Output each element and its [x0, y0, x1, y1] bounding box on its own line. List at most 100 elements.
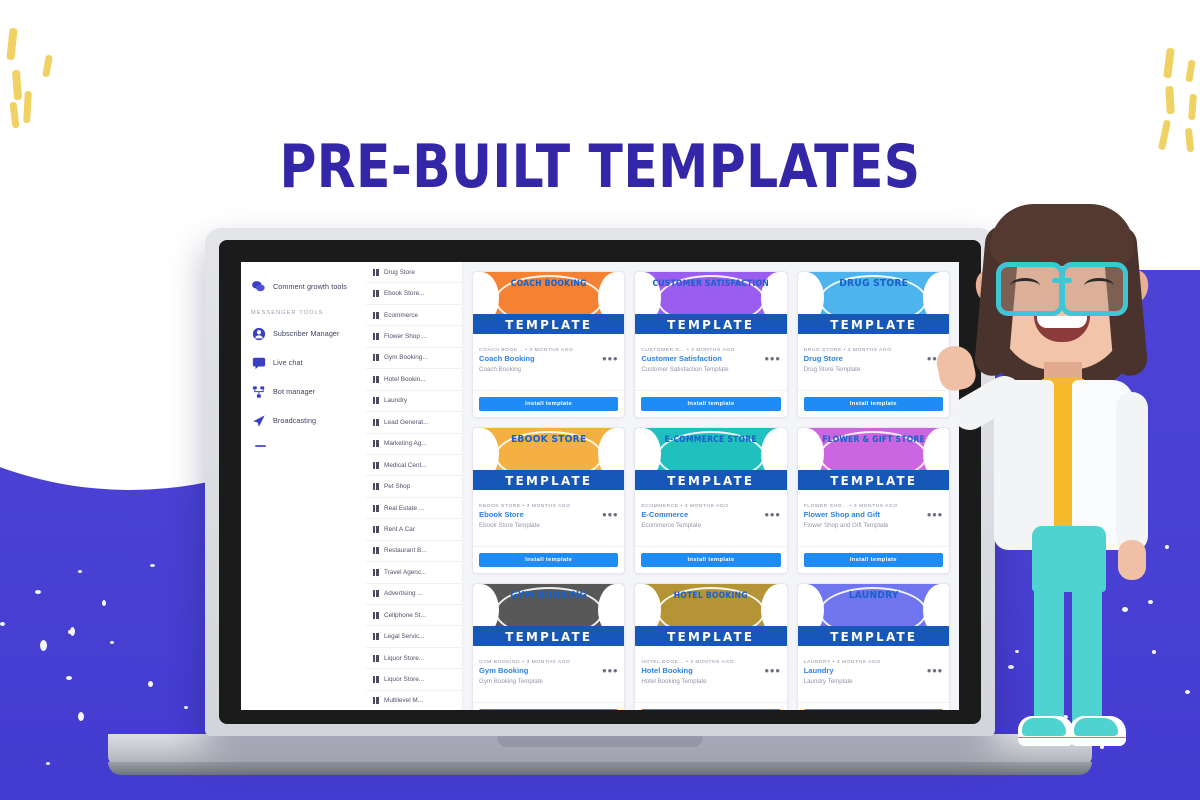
category-item[interactable]: Advertising ...	[366, 584, 462, 605]
category-list[interactable]: Drug Store Ebook Store... Ecommerce Flower …	[366, 262, 463, 710]
template-title[interactable]: Laundry	[804, 666, 834, 675]
template-card[interactable]: EBOOK STORE TEMPLATE EBOOK STORE • 3 MONTH…	[472, 427, 626, 574]
install-template-button[interactable]: Install template	[641, 553, 781, 567]
template-title[interactable]: Drug Store	[804, 354, 843, 363]
template-title[interactable]: Gym Booking	[479, 666, 528, 675]
thumbnail-band: TEMPLATE	[473, 470, 625, 490]
sidebar-item-label: Subscriber Manager	[273, 329, 340, 338]
category-item[interactable]: Ecommerce	[366, 305, 462, 327]
category-item[interactable]: Rent A Car	[366, 519, 462, 541]
template-card[interactable]: E-COMMERCE STORE TEMPLATE ECOMMERCE • 3 MO…	[634, 427, 788, 574]
category-item[interactable]: Laundry	[366, 391, 462, 413]
category-item[interactable]: Gym Booking...	[366, 348, 462, 370]
thumbnail-title: COACH BOOKING	[510, 278, 587, 288]
category-item-label: Liquor Store...	[384, 676, 425, 684]
sidebar-item-broadcasting[interactable]: Broadcasting	[241, 406, 366, 435]
more-horizontal-icon[interactable]: ●●●	[602, 666, 618, 674]
thumbnail-band: TEMPLATE	[797, 626, 949, 646]
template-card[interactable]: FLOWER & GIFT STORE TEMPLATE FLOWER SHO...…	[796, 427, 950, 574]
thumbnail-band: TEMPLATE	[797, 314, 949, 334]
category-item[interactable]: Hotel Bookin...	[366, 369, 462, 391]
template-card[interactable]: CUSTOMER SATISFACTION TEMPLATE CUSTOMER S.…	[634, 271, 788, 418]
sidebar-item-live-chat[interactable]: Live chat	[241, 348, 366, 377]
template-description: Hotel Booking Template	[641, 678, 707, 685]
template-card[interactable]: GYM BOOKING TEMPLATE GYM BOOKING • 3 MONTH…	[472, 583, 626, 710]
character-shoe-left	[1018, 716, 1074, 746]
category-item[interactable]: Restaurant B...	[366, 541, 462, 563]
sidebar-item-comment-growth-tools[interactable]: Comment growth tools	[241, 272, 366, 301]
category-item[interactable]: Flower Shop ...	[366, 326, 462, 348]
template-action-area: Install template	[635, 702, 787, 710]
book-icon	[373, 504, 380, 512]
book-icon	[373, 547, 380, 555]
comments-icon	[251, 279, 266, 294]
category-item[interactable]: Liquor Store...	[366, 648, 462, 670]
install-template-button[interactable]: Install template	[803, 709, 943, 710]
template-description: Coach Booking	[479, 366, 521, 373]
template-title[interactable]: Flower Shop and Gift	[804, 510, 880, 519]
character-hair-fringe	[990, 204, 1134, 266]
template-title-row: Ebook Store ●●●	[473, 509, 624, 519]
template-action-area: Install template	[797, 702, 949, 710]
install-template-button[interactable]: Install template	[479, 709, 619, 710]
template-title[interactable]: Coach Booking	[479, 354, 535, 363]
category-item[interactable]: Real Estate ...	[366, 498, 462, 520]
template-description: Gym Booking Template	[479, 678, 543, 685]
character-glasses	[996, 262, 1128, 316]
chat-bubble-icon	[251, 355, 266, 370]
category-item[interactable]: Marketing Ag...	[366, 434, 462, 455]
category-item[interactable]: Lead Generat...	[366, 412, 462, 434]
template-title-row: Gym Booking ●●●	[473, 665, 624, 675]
template-title[interactable]: Ebook Store	[479, 510, 524, 519]
template-title[interactable]: Hotel Booking	[641, 666, 692, 675]
category-item[interactable]: Ebook Store...	[366, 283, 462, 305]
sidebar-collapse-handle[interactable]	[255, 445, 266, 447]
sidebar-section-label: MESSENGER TOOLS	[251, 310, 324, 316]
more-horizontal-icon[interactable]: ●●●	[764, 354, 780, 362]
template-title[interactable]: Customer Satisfaction	[641, 354, 722, 363]
category-item[interactable]: Legal Servic...	[366, 626, 462, 648]
category-item-label: Laundry	[384, 397, 408, 405]
category-item[interactable]: Cellphone St...	[366, 605, 462, 627]
template-meta: FLOWER SHO... • 3 MONTHS AGO	[803, 504, 898, 509]
template-meta: COACH BOOK... • 3 MONTHS AGO	[479, 348, 574, 353]
more-horizontal-icon[interactable]: ●●●	[602, 354, 618, 362]
template-card[interactable]: DRUG STORE TEMPLATE DRUG STORE • 3 MONTHS …	[796, 271, 950, 418]
category-item[interactable]: Medical Cent...	[366, 455, 462, 477]
template-title-row: E-Commerce ●●●	[635, 509, 786, 519]
sidebar-item-bot-manager[interactable]: Bot manager	[241, 377, 366, 406]
category-item-label: Multilevel M...	[384, 697, 424, 705]
template-card[interactable]: COACH BOOKING TEMPLATE COACH BOOK... • 3 M…	[472, 271, 626, 418]
category-item-label: Flower Shop ...	[384, 333, 427, 341]
install-template-button[interactable]: Install template	[803, 553, 943, 567]
category-item[interactable]: Liquor Store...	[366, 669, 462, 691]
template-action-area: Install template	[473, 546, 625, 573]
book-icon	[373, 397, 380, 405]
character-teeth	[1037, 316, 1087, 328]
category-item-label: Rent A Car	[384, 525, 415, 533]
install-template-button[interactable]: Install template	[641, 397, 781, 411]
category-item[interactable]: Travel Agenc...	[366, 562, 462, 584]
user-circle-icon	[251, 326, 266, 341]
template-meta: HOTEL BOOK... • 3 MONTHS AGO	[641, 660, 735, 665]
category-item[interactable]: Multilevel M...	[366, 691, 462, 710]
template-card[interactable]: HOTEL BOOKING TEMPLATE HOTEL BOOK... • 3 M…	[634, 583, 788, 710]
thumbnail-band-label: TEMPLATE	[667, 472, 755, 488]
category-item-label: Restaurant B...	[384, 547, 427, 555]
sidebar-item-subscriber-manager[interactable]: Subscriber Manager	[241, 319, 366, 348]
category-item-label: Ebook Store...	[384, 290, 425, 298]
more-horizontal-icon[interactable]: ●●●	[764, 510, 780, 518]
book-icon	[373, 525, 380, 533]
thumbnail-band: TEMPLATE	[473, 314, 625, 334]
install-template-button[interactable]: Install template	[641, 709, 781, 710]
more-horizontal-icon[interactable]: ●●●	[764, 666, 780, 674]
template-card[interactable]: LAUNDRY TEMPLATE LAUNDRY • 3 MONTHS AGO Lau…	[796, 583, 950, 710]
install-template-button[interactable]: Install template	[479, 553, 619, 567]
more-horizontal-icon[interactable]: ●●●	[602, 510, 618, 518]
template-description: Ecommerce Template	[641, 522, 702, 529]
category-item[interactable]: Drug Store	[366, 262, 462, 284]
install-template-button[interactable]: Install template	[803, 397, 943, 411]
install-template-button[interactable]: Install template	[479, 397, 619, 411]
template-title[interactable]: E-Commerce	[641, 510, 688, 519]
category-item[interactable]: Pet Shop	[366, 476, 462, 498]
